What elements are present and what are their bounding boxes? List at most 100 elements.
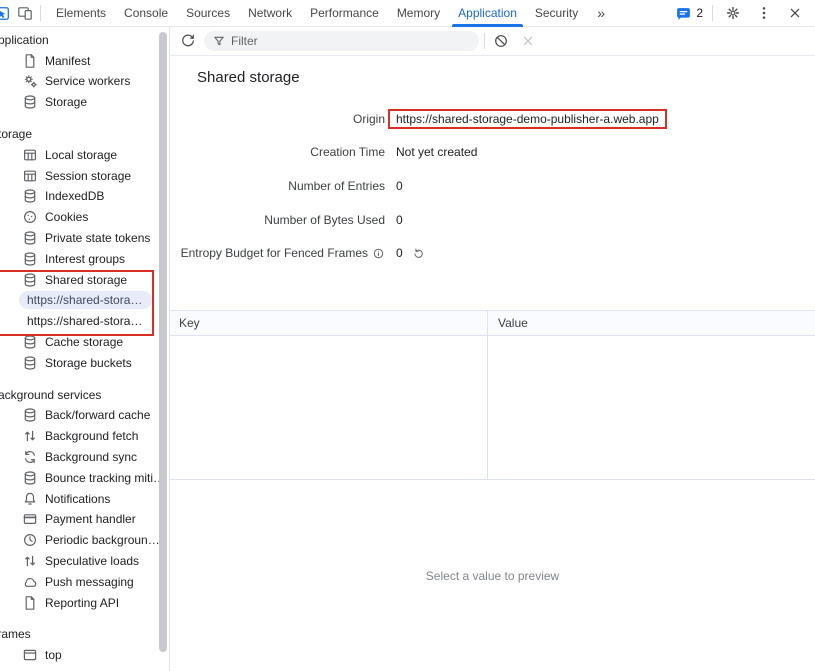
field-label-text: Creation Time [310, 145, 385, 159]
sidebar-item-storage-buckets[interactable]: Storage buckets [0, 352, 169, 373]
sidebar-item-label: Manifest [45, 54, 90, 68]
datagrid-header: Key Value [170, 310, 815, 336]
column-header-value[interactable]: Value [487, 311, 815, 335]
info-icon[interactable] [372, 247, 385, 260]
table-icon [22, 168, 38, 184]
database-icon [22, 94, 38, 110]
sidebar-item-bounce-tracking-miti[interactable]: Bounce tracking miti… [0, 467, 169, 488]
kebab-menu-icon[interactable] [753, 2, 775, 24]
tab-console[interactable]: Console [115, 0, 177, 27]
tabbar-leading-icons [0, 5, 45, 22]
reset-budget-icon[interactable] [412, 247, 425, 260]
sidebar-item-periodic-backgroun[interactable]: Periodic backgroun… [0, 530, 169, 551]
sidebar-item-cookies[interactable]: Cookies [0, 207, 169, 228]
tab-application[interactable]: Application [449, 0, 526, 27]
shared-storage-panel: Shared storage Originhttps://shared-stor… [170, 27, 815, 671]
tab-security[interactable]: Security [526, 0, 587, 27]
sidebar-section-frames: Framestop [0, 624, 169, 666]
sidebar-item-top[interactable]: top [0, 645, 169, 666]
clock-icon [22, 532, 38, 548]
field-value-text: Not yet created [396, 145, 477, 159]
filter-pill [204, 31, 479, 51]
sidebar-item-cache-storage[interactable]: Cache storage [0, 332, 169, 353]
sidebar-scrollbar[interactable] [159, 32, 167, 652]
sidebar-item-manifest[interactable]: Manifest [0, 50, 169, 71]
field-label-number-of-bytes-used: Number of Bytes Used [170, 213, 385, 227]
database-icon [22, 470, 38, 486]
sidebar-item-label: Background sync [45, 450, 137, 464]
filter-input[interactable] [231, 34, 471, 48]
database-icon [22, 230, 38, 246]
tab-performance[interactable]: Performance [301, 0, 388, 27]
sidebar-item-notifications[interactable]: Notifications [0, 488, 169, 509]
sidebar-item-label: Payment handler [45, 512, 136, 526]
more-tabs-button[interactable]: » [587, 5, 615, 21]
device-toolbar-icon[interactable] [17, 5, 33, 21]
block-icon[interactable] [490, 30, 512, 52]
close-devtools-icon[interactable] [784, 2, 806, 24]
sidebar-item-indexeddb[interactable]: IndexedDB [0, 186, 169, 207]
panel-tabs: ElementsConsoleSourcesNetworkPerformance… [47, 0, 587, 27]
tab-sources[interactable]: Sources [177, 0, 239, 27]
devtools-tabbar: ElementsConsoleSourcesNetworkPerformance… [0, 0, 815, 27]
frame-icon [22, 647, 38, 663]
sidebar-item-reporting-api[interactable]: Reporting API [0, 592, 169, 613]
field-label-text: Origin [353, 112, 385, 126]
sidebar-item-background-sync[interactable]: Background sync [0, 447, 169, 468]
database-icon [22, 188, 38, 204]
sidebar-item-label: top [45, 648, 62, 662]
sidebar-item-service-workers[interactable]: Service workers [0, 71, 169, 92]
database-icon [22, 251, 38, 267]
tab-memory[interactable]: Memory [388, 0, 449, 27]
sidebar-item-interest-groups[interactable]: Interest groups [0, 248, 169, 269]
section-header-background-services: Background services [0, 384, 169, 405]
sidebar-item-private-state-tokens[interactable]: Private state tokens [0, 228, 169, 249]
tab-elements[interactable]: Elements [47, 0, 115, 27]
tab-network[interactable]: Network [239, 0, 301, 27]
table-icon [22, 147, 38, 163]
tabbar-separator [40, 5, 41, 21]
clear-icon[interactable] [517, 30, 539, 52]
devtools-window: ElementsConsoleSourcesNetworkPerformance… [0, 0, 815, 671]
sidebar-item-payment-handler[interactable]: Payment handler [0, 509, 169, 530]
origin-label: https://shared-storage… [19, 312, 152, 330]
database-icon [22, 407, 38, 423]
field-value-text: 0 [396, 246, 403, 260]
database-icon [22, 355, 38, 371]
sidebar-item-label: Storage [45, 95, 87, 109]
bell-icon [22, 491, 38, 507]
shared-storage-report: Shared storage Originhttps://shared-stor… [170, 56, 815, 310]
sidebar-item-label: Push messaging [45, 575, 134, 589]
sidebar-item-label: Notifications [45, 492, 110, 506]
issues-button[interactable]: 2 [676, 6, 703, 21]
field-label-creation-time: Creation Time [170, 145, 385, 159]
cookie-icon [22, 209, 38, 225]
sidebar-item-local-storage[interactable]: Local storage [0, 144, 169, 165]
column-header-key[interactable]: Key [170, 316, 487, 330]
refresh-icon[interactable] [177, 30, 199, 52]
settings-gear-icon[interactable] [722, 2, 744, 24]
sidebar-item-speculative-loads[interactable]: Speculative loads [0, 551, 169, 572]
sidebar-item-shared-storage[interactable]: Shared storage [0, 269, 169, 290]
sidebar-item-push-messaging[interactable]: Push messaging [0, 571, 169, 592]
sidebar-item-session-storage[interactable]: Session storage [0, 165, 169, 186]
datagrid-body[interactable] [170, 336, 815, 480]
sidebar-item-label: Cache storage [45, 335, 123, 349]
sidebar-item-label: Periodic backgroun… [45, 533, 160, 547]
sidebar-item-background-fetch[interactable]: Background fetch [0, 426, 169, 447]
sidebar-item-label: Local storage [45, 148, 117, 162]
inspect-element-icon[interactable] [0, 5, 10, 22]
cloud-icon [22, 574, 38, 590]
page-title: Shared storage [197, 69, 815, 90]
sidebar-item-shared-storage-origin-2[interactable]: https://shared-storage… [0, 311, 169, 332]
field-value-entropy-budget-for-fenced-frames: 0 [396, 246, 815, 260]
origin-label: https://shared-storage… [19, 291, 152, 309]
field-label-text: Number of Bytes Used [264, 213, 385, 227]
sidebar-section-application: ApplicationManifestService workersStorag… [0, 30, 169, 113]
sidebar-item-shared-storage-origin-1[interactable]: https://shared-storage… [0, 290, 169, 311]
preview-empty-text: Select a value to preview [426, 569, 559, 583]
issues-icon [676, 6, 691, 21]
sidebar-item-back-forward-cache[interactable]: Back/forward cache [0, 405, 169, 426]
sidebar-section-storage: StorageLocal storageSession storageIndex… [0, 124, 169, 374]
sidebar-item-storage[interactable]: Storage [0, 92, 169, 113]
